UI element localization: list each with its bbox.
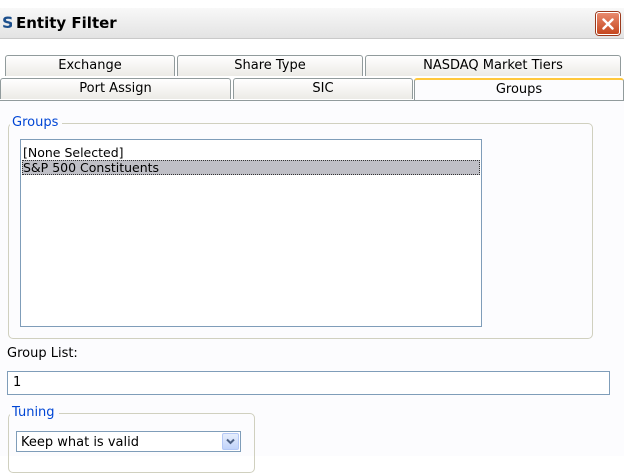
tab-share-type[interactable]: Share Type	[177, 55, 363, 76]
list-item[interactable]: [None Selected]	[22, 145, 480, 160]
tab-groups[interactable]: Groups	[414, 78, 624, 100]
dropdown-button[interactable]	[222, 433, 239, 450]
groups-legend: Groups	[10, 115, 63, 130]
tuning-dropdown[interactable]: Keep what is valid	[16, 431, 241, 452]
tab-nasdaq-market-tiers[interactable]: NASDAQ Market Tiers	[365, 55, 621, 76]
tuning-legend: Tuning	[10, 405, 59, 420]
tab-sic[interactable]: SIC	[233, 78, 413, 99]
groups-listbox[interactable]: [None Selected] S&P 500 Constituents	[20, 139, 482, 327]
tab-exchange[interactable]: Exchange	[5, 55, 175, 76]
title-bar: S Entity Filter	[0, 8, 624, 39]
tuning-selected-value: Keep what is valid	[21, 435, 139, 450]
groups-tab-panel: Groups [None Selected] S&P 500 Constitue…	[0, 100, 624, 473]
tab-row-front: Port Assign SIC Groups	[0, 78, 624, 100]
app-icon: S	[2, 14, 12, 32]
group-list-label: Group List:	[7, 346, 78, 361]
close-button[interactable]	[596, 12, 620, 35]
list-item-selected[interactable]: S&P 500 Constituents	[22, 160, 480, 175]
close-icon	[602, 17, 614, 30]
tab-row-back: Exchange Share Type NASDAQ Market Tiers	[0, 55, 624, 77]
tab-port-assign[interactable]: Port Assign	[0, 78, 231, 99]
window-title: Entity Filter	[16, 14, 117, 32]
chevron-down-icon	[226, 438, 235, 445]
group-list-field[interactable]: 1	[7, 371, 610, 395]
